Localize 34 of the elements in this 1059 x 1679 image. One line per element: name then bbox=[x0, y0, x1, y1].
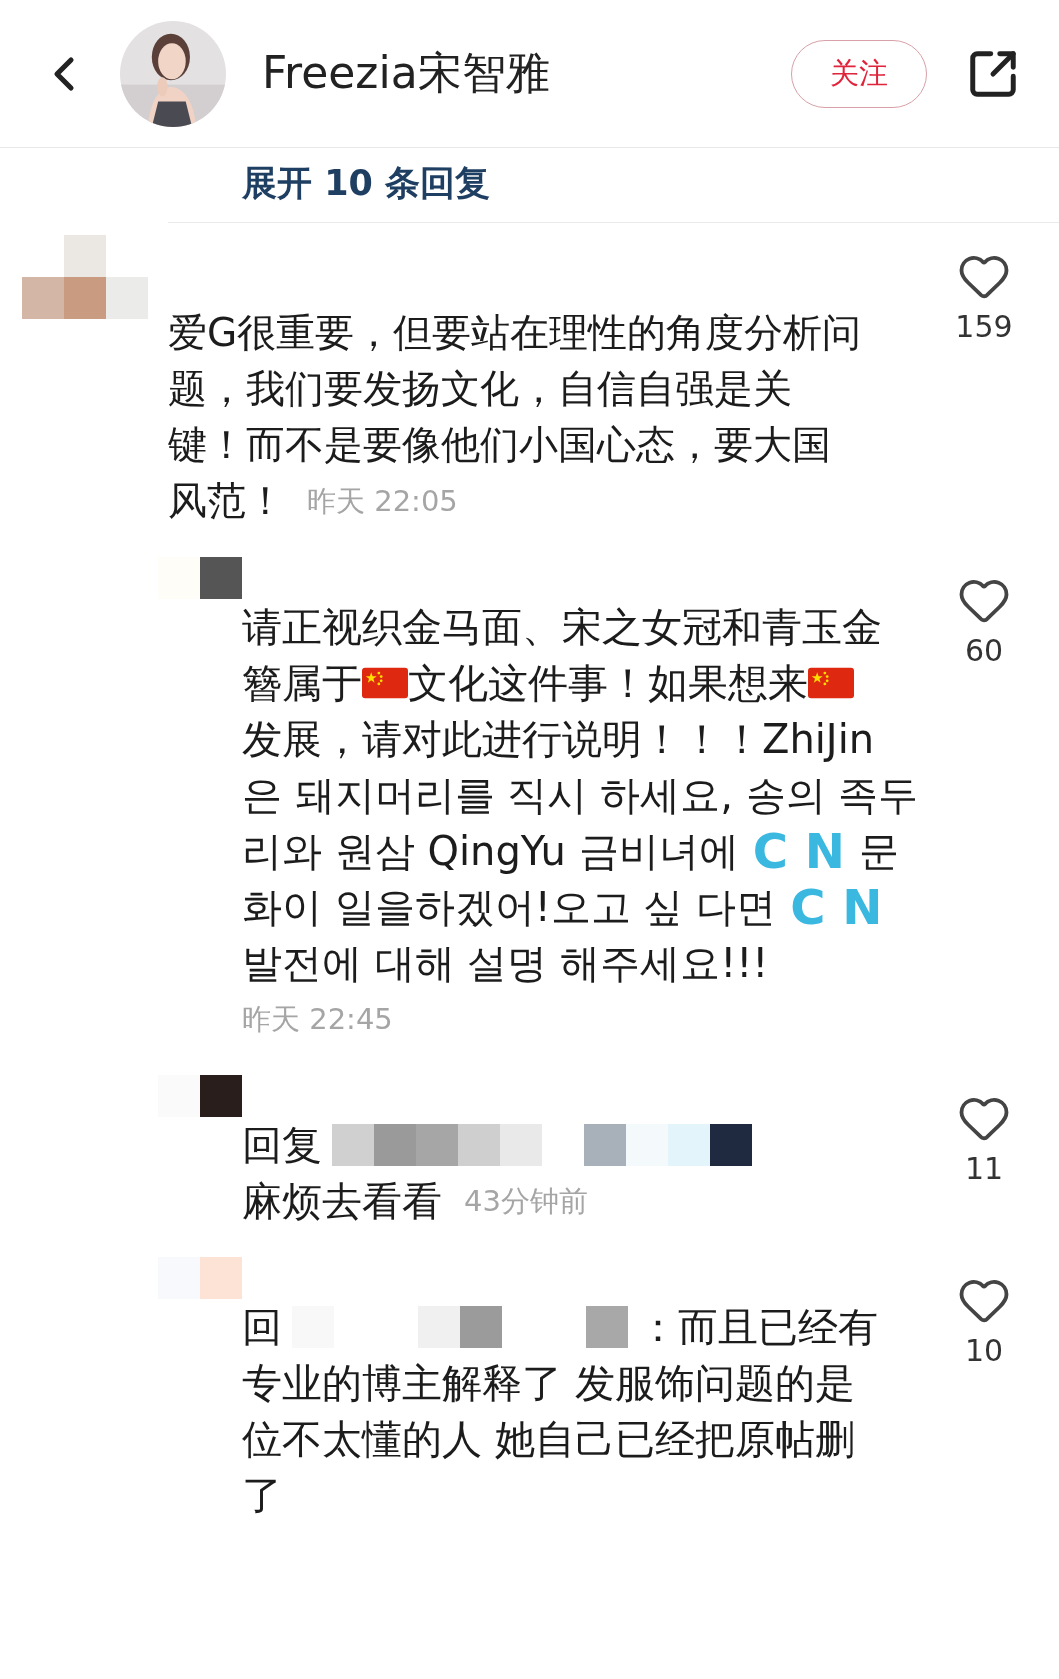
like-count: 159 bbox=[955, 309, 1013, 344]
comment-text: 麻烦去看看 bbox=[242, 1177, 442, 1226]
letters-emoji: C N bbox=[752, 824, 845, 878]
letters-emoji: C N bbox=[790, 880, 883, 934]
comment-text: 风范！ bbox=[168, 477, 285, 525]
comment-time: 昨天 22:45 bbox=[242, 1001, 393, 1038]
flag-icon bbox=[808, 667, 854, 699]
comment-text: 문 bbox=[858, 827, 899, 876]
comment-text: 回复 bbox=[242, 1121, 322, 1170]
comment-text: 题，我们要发扬文化，自信自强是关 bbox=[168, 365, 792, 413]
comment-text: 화이 일을하겠어!오고 싶 다면 bbox=[242, 883, 777, 932]
comment-text: 位不太懂的人 她自己已经把原帖删 bbox=[242, 1415, 855, 1464]
comment-text: 键！而不是要像他们小国心态，要大国 bbox=[168, 421, 831, 469]
comment-text: 爱G很重要，但要站在理性的角度分析问 bbox=[168, 309, 862, 357]
flag-icon bbox=[362, 667, 408, 699]
comment-text: ：而且已经有 bbox=[638, 1303, 878, 1352]
comment-text: 了 bbox=[242, 1471, 282, 1520]
comment-text: 专业的博主解释了 发服饰问题的是 bbox=[242, 1359, 855, 1408]
expand-replies-link[interactable]: 展开 10 条回复 bbox=[242, 152, 491, 214]
comment-text: 리와 원삼 QingYu 금비녀에 bbox=[242, 827, 739, 876]
comment-text: 발전에 대해 설명 해주세요!!! bbox=[242, 939, 769, 988]
like-count: 60 bbox=[964, 633, 1004, 668]
follow-button[interactable]: 关注 bbox=[791, 39, 927, 108]
like-count: 10 bbox=[964, 1333, 1004, 1368]
like-count: 11 bbox=[964, 1151, 1004, 1186]
comment-time: 43分钟前 bbox=[464, 1183, 588, 1220]
comment-text: 回 bbox=[242, 1303, 282, 1352]
comment-text: 簪属于 bbox=[242, 659, 362, 708]
comment-text: 文化这件事！如果想来 bbox=[408, 659, 808, 708]
user-name: Freezia宋智雅 bbox=[262, 46, 551, 100]
comment-text: 은 돼지머리를 직시 하세요, 송의 족두 bbox=[242, 771, 919, 820]
comment-time: 昨天 22:05 bbox=[307, 483, 458, 520]
comment-text: 请正视织金马面、宋之女冠和青玉金 bbox=[242, 603, 882, 652]
comment-text: 发展，请对此进行说明！！！ZhiJin bbox=[242, 715, 875, 764]
